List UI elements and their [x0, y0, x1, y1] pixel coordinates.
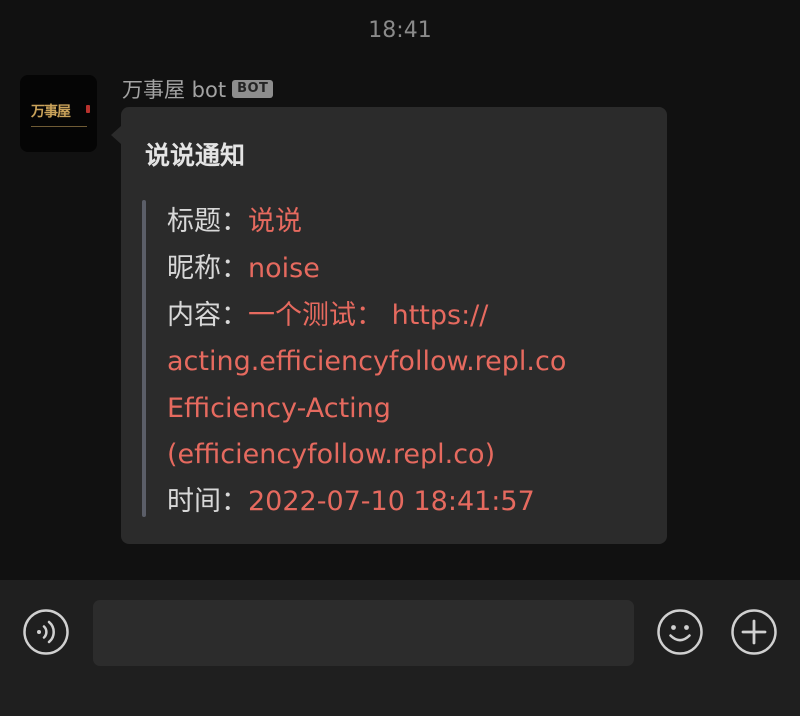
emoji-icon [657, 609, 703, 655]
content-link-domain-line[interactable]: (efficiencyfollow.repl.co) [167, 432, 637, 478]
quote-bar [142, 200, 146, 517]
content-link-line[interactable]: acting.efficiencyfollow.repl.co [167, 339, 637, 385]
bubble-tail [111, 126, 121, 144]
voice-button[interactable] [23, 609, 69, 655]
bot-badge: BOT [232, 80, 274, 98]
field-value[interactable]: Efficiency-Acting [167, 393, 391, 424]
message-input[interactable] [93, 600, 634, 666]
avatar-seal [86, 105, 90, 113]
field-label: 时间： [167, 486, 248, 517]
field-label: 内容： [167, 300, 248, 331]
content-link-title-line[interactable]: Efficiency-Acting [167, 386, 637, 432]
avatar[interactable]: 万事屋 [20, 75, 97, 152]
emoji-button[interactable] [657, 609, 703, 655]
sender-header: 万事屋 bot BOT [122, 74, 274, 104]
field-nickname: 昵称：noise [167, 246, 637, 292]
sender-name[interactable]: 万事屋 bot [122, 74, 226, 104]
field-label: 标题： [167, 206, 248, 237]
plus-icon [731, 609, 777, 655]
field-value[interactable]: acting.efficiencyfollow.repl.co [167, 346, 566, 377]
field-value: 一个测试： https:// [248, 300, 489, 331]
chat-timestamp: 18:41 [368, 18, 432, 43]
field-value[interactable]: (efficiencyfollow.repl.co) [167, 439, 495, 470]
field-title: 标题：说说 [167, 199, 637, 245]
avatar-logo: 万事屋 [31, 104, 71, 120]
field-value: 说说 [248, 206, 302, 237]
voice-icon [23, 609, 69, 655]
field-value: 2022-07-10 18:41:57 [248, 486, 535, 517]
more-button[interactable] [731, 609, 777, 655]
field-time: 时间：2022-07-10 18:41:57 [167, 479, 637, 525]
avatar-divider [31, 126, 87, 127]
field-value: noise [248, 253, 320, 284]
field-label: 昵称： [167, 253, 248, 284]
card-title: 说说通知 [145, 141, 246, 170]
field-content: 内容：一个测试： https:// [167, 293, 637, 339]
